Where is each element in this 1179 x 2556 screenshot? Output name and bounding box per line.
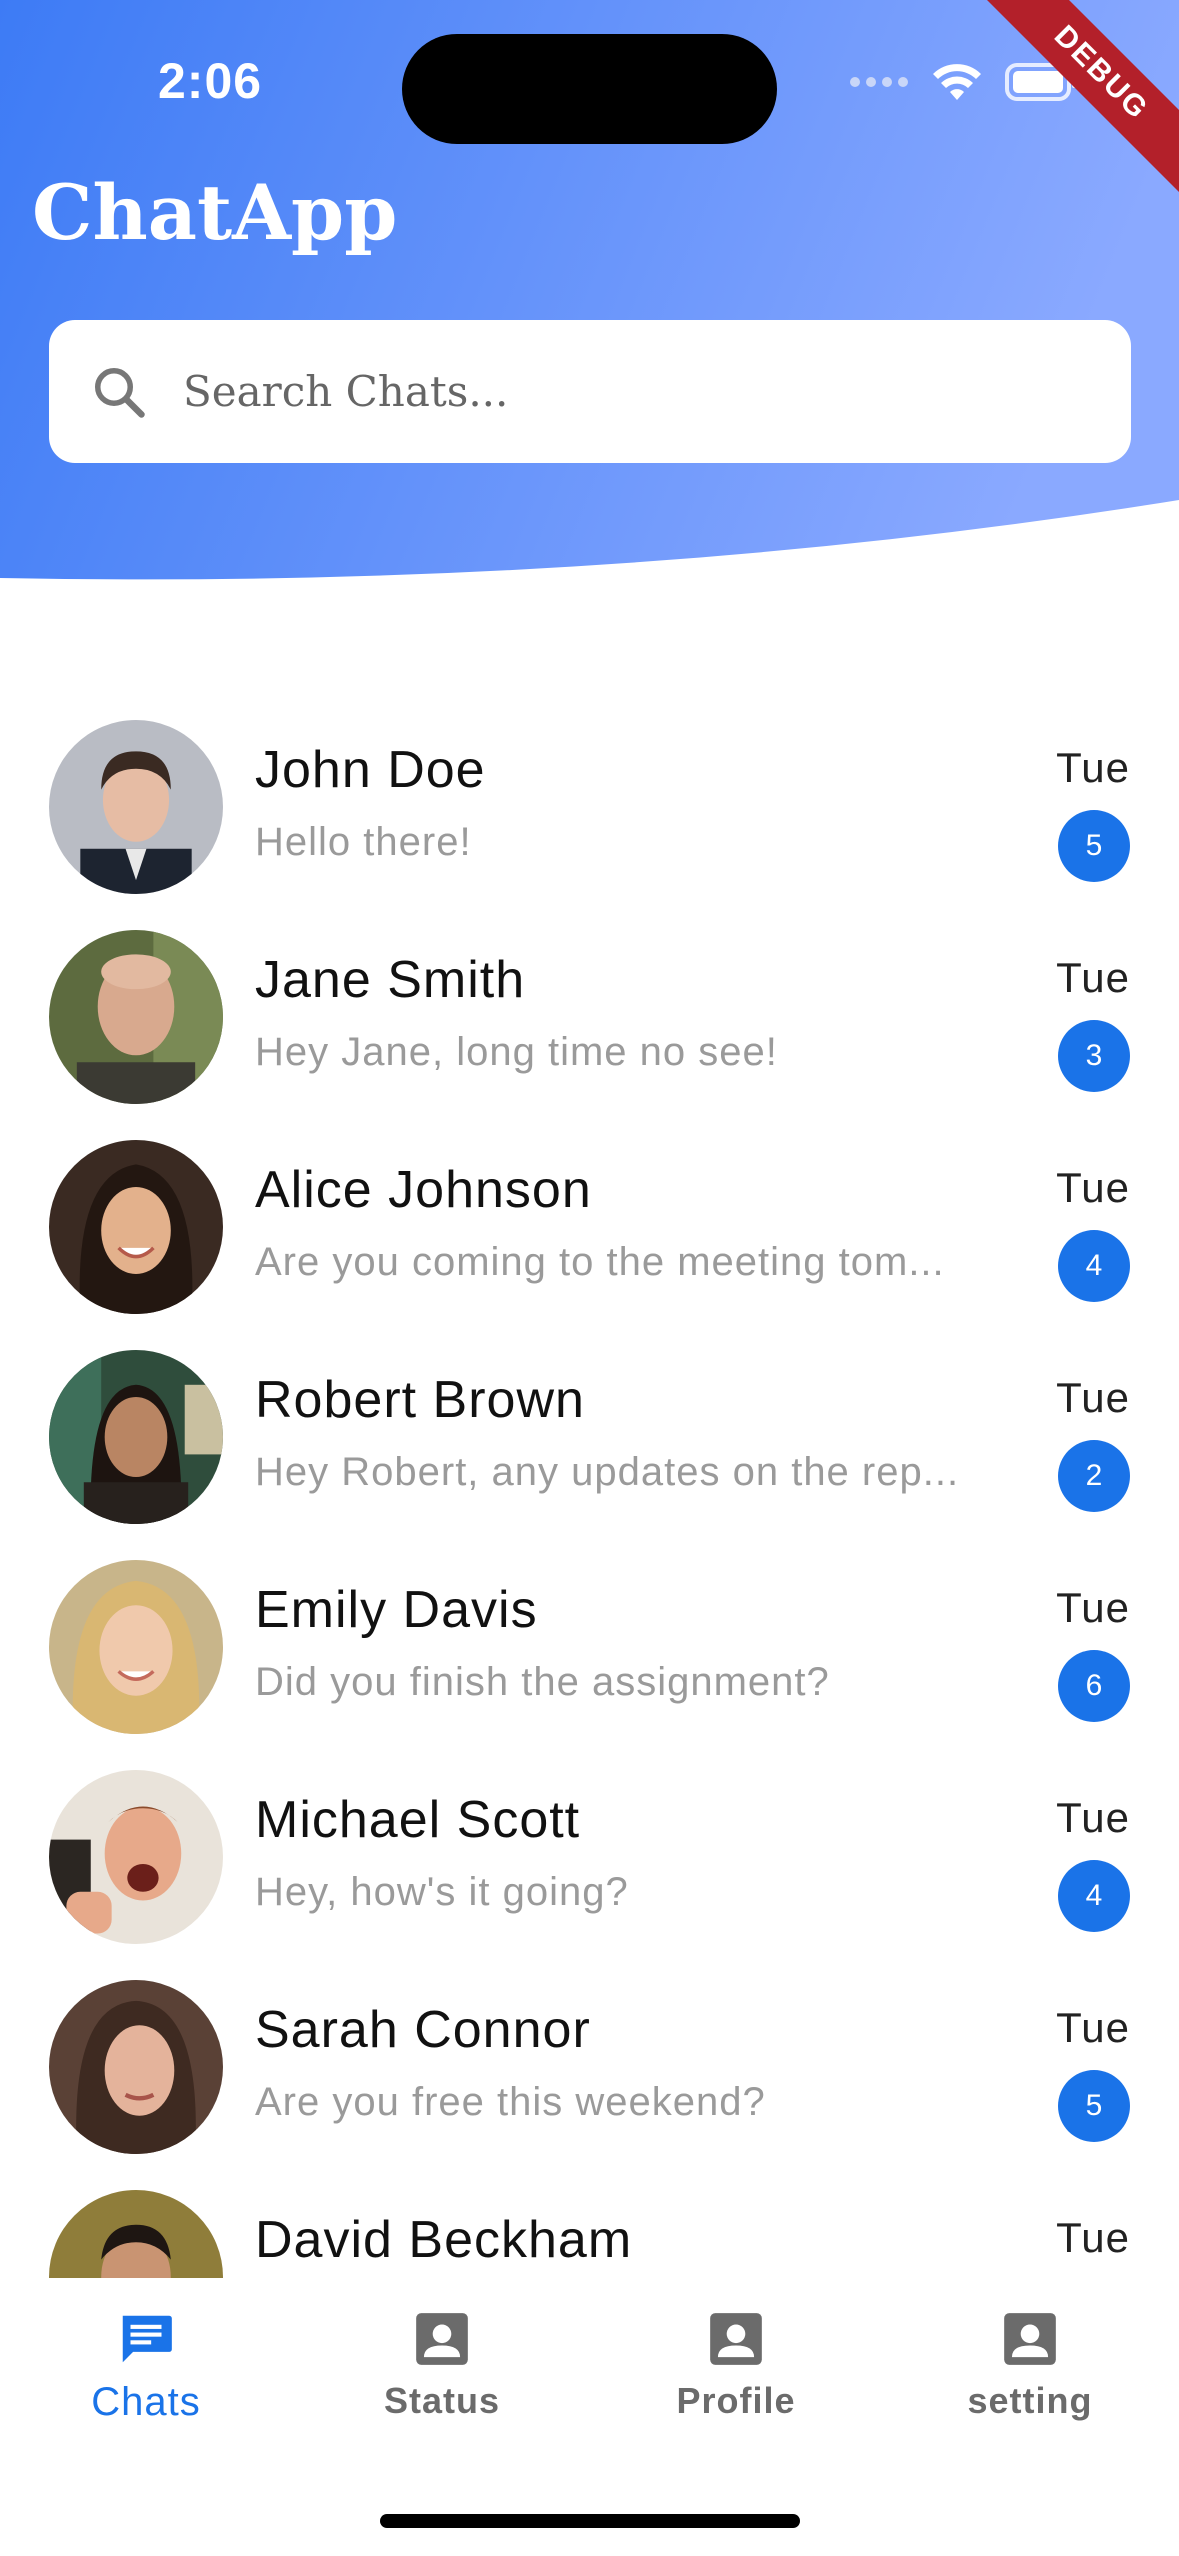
chat-row[interactable]: Emily Davis Did you finish the assignmen…	[0, 1558, 1179, 1768]
nav-label-chats: Chats	[91, 2380, 201, 2424]
chat-name: Jane Smith	[255, 951, 526, 1009]
chat-preview: Hey, how's it going?	[255, 1870, 629, 1914]
search-input[interactable]	[183, 367, 1063, 416]
chat-list[interactable]: John Doe Hello there! Tue 5 Jane Smith H…	[0, 718, 1179, 2278]
app-title: ChatApp	[32, 168, 398, 257]
chat-list-screen: 2:06 DEBUG ChatApp Search Chats... John …	[0, 0, 1179, 2556]
chat-day: Tue	[1056, 744, 1130, 791]
person-icon	[1004, 2313, 1056, 2365]
unread-badge: 2	[1058, 1440, 1130, 1512]
avatar-david-beckham	[49, 2190, 223, 2278]
person-icon	[710, 2313, 762, 2365]
avatar-sarah-connor	[49, 1980, 223, 2154]
chat-icon	[122, 2315, 172, 2363]
chat-day: Tue	[1056, 954, 1130, 1001]
avatar-john-doe	[49, 720, 223, 894]
chat-name: Alice Johnson	[255, 1161, 592, 1219]
nav-tab-status[interactable]: Status	[332, 2308, 552, 2422]
unread-badge: 5	[1058, 810, 1130, 882]
chat-day: Tue	[1056, 2214, 1130, 2261]
chat-row[interactable]: John Doe Hello there! Tue 5	[0, 718, 1179, 928]
dynamic-island	[402, 34, 777, 144]
cellular-signal-icon	[850, 77, 908, 87]
chat-day: Tue	[1056, 2004, 1130, 2051]
status-time: 2:06	[158, 53, 263, 109]
avatar-alice-johnson	[49, 1140, 223, 1314]
chat-name: Robert Brown	[255, 1371, 585, 1429]
debug-label: DEBUG	[979, 0, 1179, 200]
avatar-emily-davis	[49, 1560, 223, 1734]
wifi-icon	[933, 64, 981, 100]
chat-preview: Did you finish the assignment?	[255, 1660, 830, 1704]
chat-preview: Hello there!	[255, 820, 472, 864]
search-bar[interactable]	[49, 320, 1131, 463]
chat-preview: Hey Robert, any updates on the rep...	[255, 1450, 960, 1494]
chat-preview: Are you free this weekend?	[255, 2080, 766, 2124]
chat-name: Michael Scott	[255, 1791, 581, 1849]
chat-name: Emily Davis	[255, 1581, 538, 1639]
unread-badge: 6	[1058, 1650, 1130, 1722]
home-indicator[interactable]	[380, 2514, 800, 2528]
chat-day: Tue	[1056, 1794, 1130, 1841]
unread-badge: 4	[1058, 1860, 1130, 1932]
avatar-michael-scott	[49, 1770, 223, 1944]
nav-tab-chats[interactable]: Chats	[36, 2308, 256, 2425]
chat-day: Tue	[1056, 1374, 1130, 1421]
avatar-robert-brown	[49, 1350, 223, 1524]
unread-badge: 4	[1058, 1230, 1130, 1302]
unread-badge: 3	[1058, 1020, 1130, 1092]
debug-banner: DEBUG	[979, 0, 1179, 200]
chat-day: Tue	[1056, 1164, 1130, 1211]
chat-row[interactable]: Robert Brown Hey Robert, any updates on …	[0, 1348, 1179, 1558]
chat-row[interactable]: Jane Smith Hey Jane, long time no see! T…	[0, 928, 1179, 1138]
chat-name: David Beckham	[255, 2211, 633, 2269]
unread-badge: 5	[1058, 2070, 1130, 2142]
chat-row[interactable]: Alice Johnson Are you coming to the meet…	[0, 1138, 1179, 1348]
avatar-jane-smith	[49, 930, 223, 1104]
chat-row[interactable]: David Beckham Tue	[0, 2188, 1179, 2278]
chat-day: Tue	[1056, 1584, 1130, 1631]
nav-label-profile: Profile	[676, 2380, 796, 2421]
chat-row[interactable]: Michael Scott Hey, how's it going? Tue 4	[0, 1768, 1179, 1978]
person-icon	[416, 2313, 468, 2365]
nav-tab-setting[interactable]: setting	[920, 2308, 1140, 2422]
chat-name: John Doe	[255, 741, 486, 799]
chat-preview: Hey Jane, long time no see!	[255, 1030, 778, 1074]
chat-preview: Are you coming to the meeting tom...	[255, 1240, 945, 1284]
chat-row[interactable]: Sarah Connor Are you free this weekend? …	[0, 1978, 1179, 2188]
chat-name: Sarah Connor	[255, 2001, 591, 2059]
nav-label-status: Status	[383, 2380, 501, 2421]
nav-tab-profile[interactable]: Profile	[626, 2308, 846, 2422]
nav-label-setting: setting	[967, 2380, 1093, 2421]
search-icon	[95, 367, 145, 418]
